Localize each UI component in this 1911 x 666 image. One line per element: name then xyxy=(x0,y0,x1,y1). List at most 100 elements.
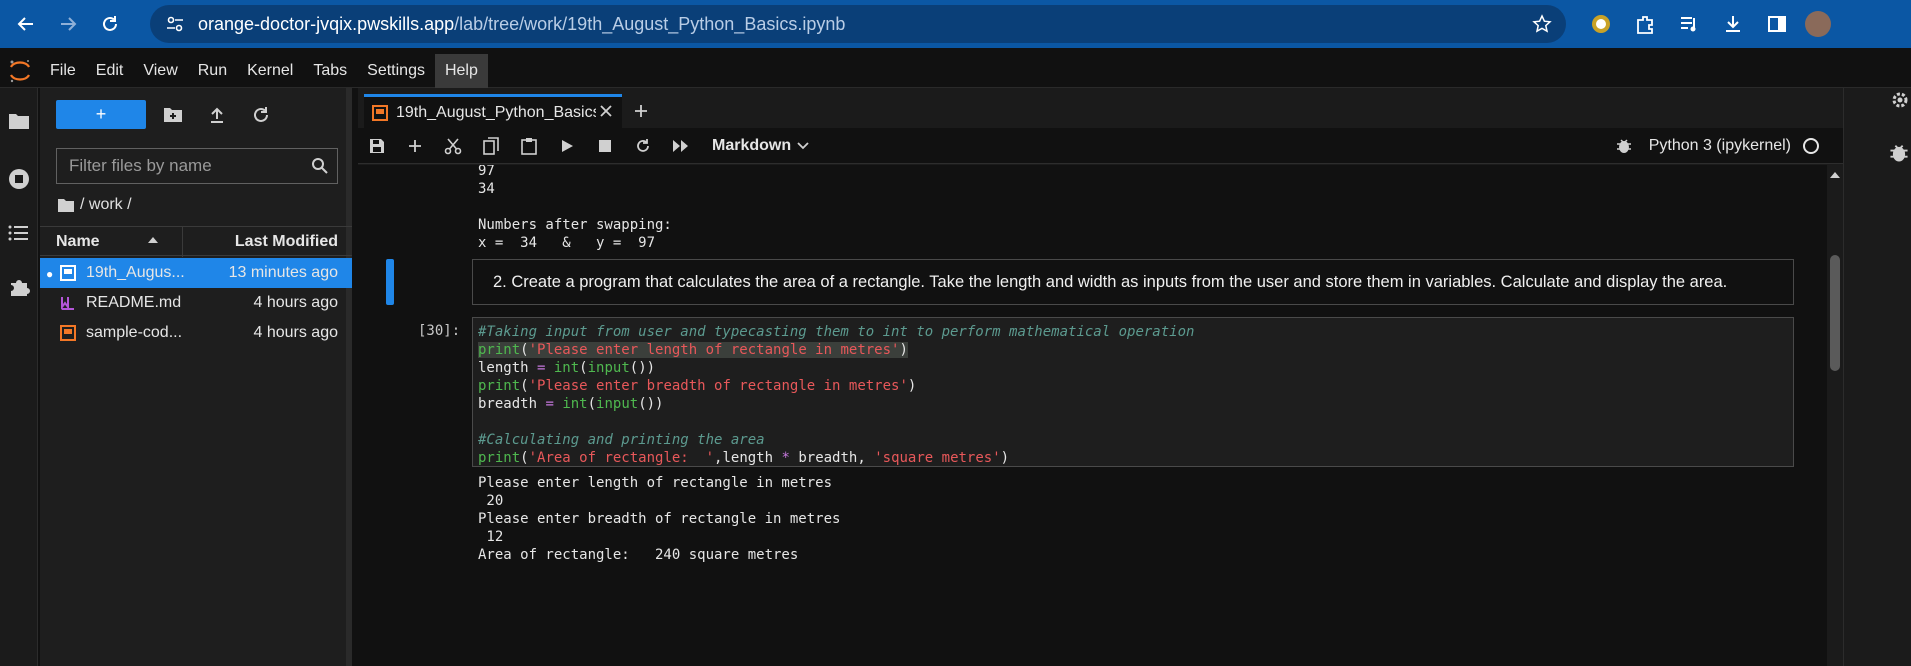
running-kernels-icon[interactable] xyxy=(6,166,32,192)
profile-avatar[interactable] xyxy=(1805,11,1831,37)
notebook-scrollbar[interactable] xyxy=(1827,165,1843,666)
copy-icon[interactable] xyxy=(472,128,510,164)
side-panel-icon[interactable] xyxy=(1761,8,1793,40)
new-launcher-label: + xyxy=(95,104,107,124)
cut-icon[interactable] xyxy=(434,128,472,164)
code-string: 'Please enter length of rectangle in met… xyxy=(528,342,900,358)
downloads-icon[interactable] xyxy=(1717,8,1749,40)
home-folder-icon[interactable] xyxy=(58,198,74,212)
run-icon[interactable] xyxy=(548,128,586,164)
file-row[interactable]: ● 19th_Augus... 13 minutes ago xyxy=(40,258,352,288)
code-builtin: print xyxy=(478,378,521,394)
filter-files-input[interactable] xyxy=(69,156,299,176)
menu-tabs[interactable]: Tabs xyxy=(303,54,357,88)
cell-type-label: Markdown xyxy=(712,136,792,154)
tab-notebook[interactable]: 19th_August_Python_Basics.i xyxy=(364,94,622,128)
paste-icon[interactable] xyxy=(510,128,548,164)
output-line: 12 xyxy=(478,529,504,545)
menu-view[interactable]: View xyxy=(133,54,187,88)
jupyter-logo-icon xyxy=(0,54,40,88)
file-modified: 13 minutes ago xyxy=(228,264,338,281)
menu-run[interactable]: Run xyxy=(188,54,237,88)
code-builtin: input xyxy=(596,396,639,412)
breadcrumb-path[interactable]: / work / xyxy=(80,196,132,214)
reload-button[interactable] xyxy=(90,4,130,44)
code-builtin: print xyxy=(478,450,521,466)
file-row[interactable]: sample-cod... 4 hours ago xyxy=(40,318,352,348)
url-path: /lab/tree/work/19th_August_Python_Basics… xyxy=(454,13,846,34)
upload-icon[interactable] xyxy=(204,102,230,128)
debugger-panel-bug-icon[interactable] xyxy=(1888,142,1911,166)
restart-run-all-icon[interactable] xyxy=(662,128,700,164)
restart-kernel-icon[interactable] xyxy=(624,128,662,164)
media-controls-icon[interactable] xyxy=(1673,8,1705,40)
new-folder-icon[interactable] xyxy=(160,102,186,128)
output-line: Please enter length of rectangle in metr… xyxy=(478,475,833,491)
property-inspector-gear-icon[interactable] xyxy=(1888,88,1911,112)
right-sidebar xyxy=(1843,88,1911,666)
execution-count: [30]: xyxy=(418,323,461,339)
back-button[interactable] xyxy=(6,4,46,44)
url-text: orange-doctor-jvqix.pwskills.app/lab/tre… xyxy=(198,14,845,35)
new-launcher-button[interactable]: + xyxy=(56,100,146,129)
menu-settings[interactable]: Settings xyxy=(357,54,435,88)
file-row[interactable]: README.md 4 hours ago xyxy=(40,288,352,318)
debugger-bug-icon[interactable] xyxy=(1615,137,1633,155)
markdown-cell[interactable]: 2. Create a program that calculates the … xyxy=(472,259,1794,305)
chevron-down-icon xyxy=(797,141,809,149)
site-settings-icon[interactable] xyxy=(158,7,192,41)
breadcrumb[interactable]: / work / xyxy=(58,196,132,214)
file-name: README.md xyxy=(86,294,182,311)
code-string: 'square metres' xyxy=(874,450,1001,466)
extension-google-icon[interactable] xyxy=(1585,8,1617,40)
stop-icon[interactable] xyxy=(586,128,624,164)
new-tab-button[interactable] xyxy=(628,98,654,124)
filter-files-field[interactable] xyxy=(56,148,338,184)
extensions-puzzle-icon[interactable] xyxy=(1629,8,1661,40)
file-list-header: Name Last Modified xyxy=(40,226,352,257)
menu-kernel[interactable]: Kernel xyxy=(237,54,303,88)
output-line: 97 xyxy=(478,165,495,179)
notebook-tab-icon xyxy=(372,104,388,121)
column-name-header[interactable]: Name xyxy=(56,233,100,251)
insert-cell-icon[interactable] xyxy=(396,128,434,164)
code-string: 'Area of rectangle: ' xyxy=(528,450,715,466)
search-icon xyxy=(311,157,329,175)
active-cell-collapser[interactable] xyxy=(386,259,394,305)
close-icon[interactable] xyxy=(598,103,614,119)
scrollbar-thumb[interactable] xyxy=(1830,255,1840,371)
column-modified-header[interactable]: Last Modified xyxy=(235,233,338,251)
scroll-up-icon[interactable] xyxy=(1830,171,1840,179)
file-modified: 4 hours ago xyxy=(253,324,338,341)
menu-help[interactable]: Help xyxy=(434,53,488,88)
markdown-text: 2. Create a program that calculates the … xyxy=(493,273,1728,291)
menubar: File Edit View Run Kernel Tabs Settings … xyxy=(0,53,1911,88)
refresh-icon[interactable] xyxy=(248,102,274,128)
main-dock-area: 19th_August_Python_Basics.i Markdown Pyt… xyxy=(358,88,1843,666)
file-name: 19th_Augus... xyxy=(86,264,185,281)
code-variable: breadth xyxy=(798,450,858,466)
folder-icon[interactable] xyxy=(6,108,32,134)
table-of-contents-icon[interactable] xyxy=(6,220,32,246)
save-icon[interactable] xyxy=(358,128,396,164)
output-line: 20 xyxy=(478,493,504,509)
code-variable: breadth xyxy=(478,396,538,412)
address-bar[interactable]: orange-doctor-jvqix.pwskills.app/lab/tre… xyxy=(150,5,1566,43)
bookmark-star-icon[interactable] xyxy=(1532,14,1552,34)
code-builtin: int xyxy=(562,396,588,412)
left-activity-bar xyxy=(0,88,38,666)
kernel-name[interactable]: Python 3 (ipykernel) xyxy=(1649,137,1791,155)
file-browser-panel: + / work / Name Last Modified ● 19th_Aug… xyxy=(40,88,352,666)
cell-type-dropdown[interactable]: Markdown xyxy=(712,137,809,155)
extension-manager-icon[interactable] xyxy=(6,274,32,300)
menu-file[interactable]: File xyxy=(40,54,86,88)
code-builtin: input xyxy=(587,360,630,376)
browser-toolbar: orange-doctor-jvqix.pwskills.app/lab/tre… xyxy=(0,0,1911,48)
tab-label: 19th_August_Python_Basics.i xyxy=(396,103,596,121)
output-line: Numbers after swapping: xyxy=(478,217,672,233)
notebook-file-icon xyxy=(60,325,76,341)
forward-button[interactable] xyxy=(48,4,88,44)
sort-ascending-icon xyxy=(148,237,158,243)
code-cell-editor[interactable]: #Taking input from user and typecasting … xyxy=(472,317,1794,467)
menu-edit[interactable]: Edit xyxy=(86,54,134,88)
